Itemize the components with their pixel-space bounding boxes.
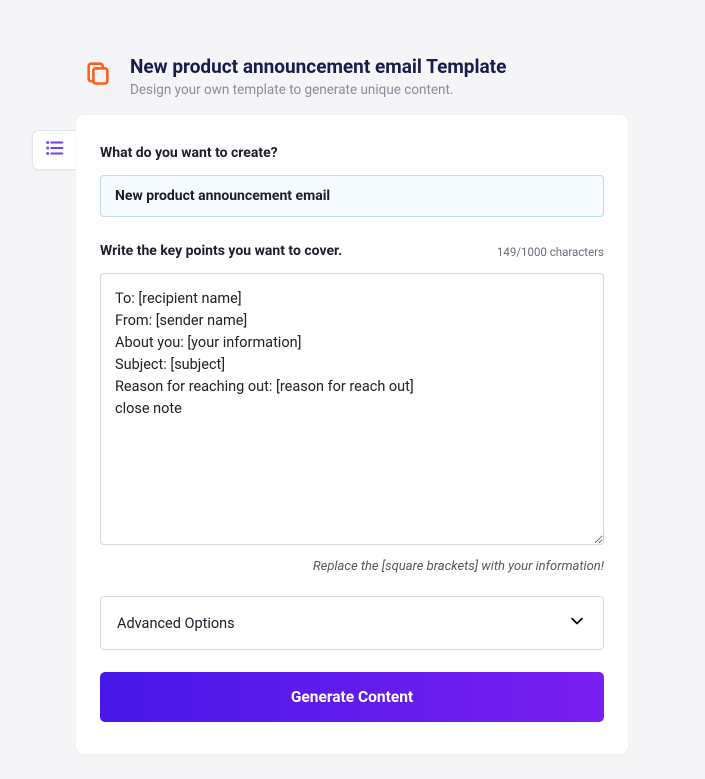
list-toggle-button[interactable] [32,130,76,170]
page-title: New product announcement email Template [130,55,506,80]
create-field-label: What do you want to create? [100,145,604,161]
keypoints-label: Write the key points you want to cover. [100,243,342,259]
copy-icon [84,59,112,87]
advanced-options-label: Advanced Options [117,615,235,632]
char-counter: 149/1000 characters [497,245,604,259]
advanced-options-toggle[interactable]: Advanced Options [100,596,604,650]
list-icon [44,137,66,163]
generate-content-button[interactable]: Generate Content [100,672,604,722]
bracket-hint: Replace the [square brackets] with your … [100,559,604,574]
template-title-input[interactable] [100,175,604,217]
page-subtitle: Design your own template to generate uni… [130,82,506,98]
keypoints-textarea[interactable] [100,273,604,545]
template-form-card: What do you want to create? Write the ke… [76,115,628,754]
chevron-down-icon [567,611,587,635]
